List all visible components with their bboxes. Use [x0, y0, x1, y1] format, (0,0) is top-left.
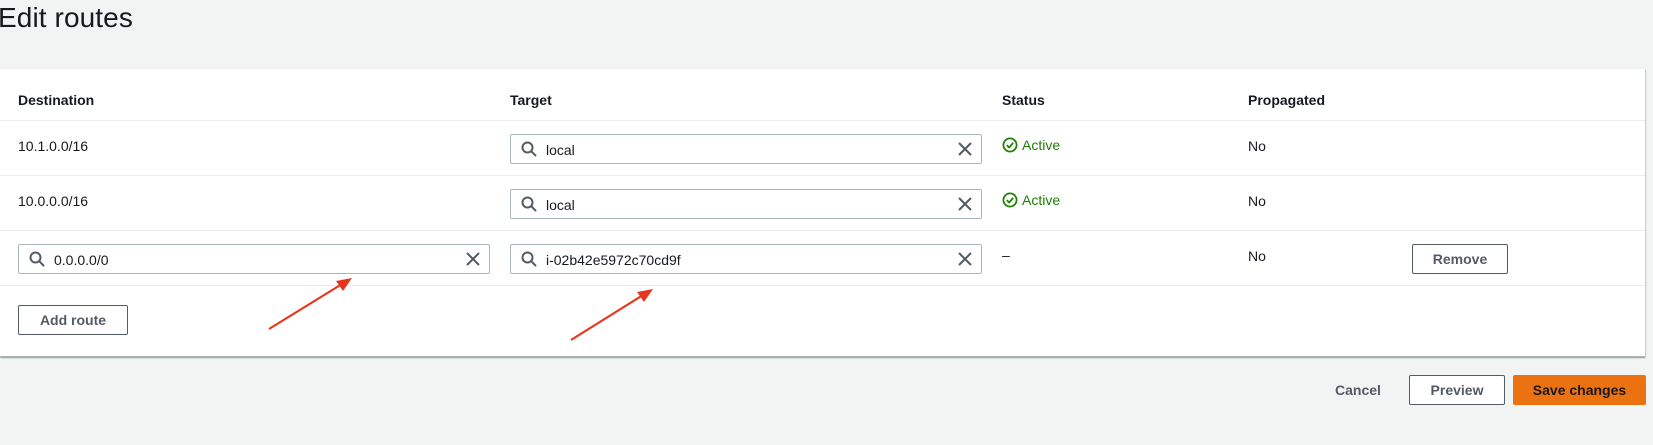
- table-row: 0.0.0.0/0 i-02b42e5972c70cd9f – No Remov…: [0, 231, 1645, 286]
- propagated-text: No: [1248, 193, 1266, 209]
- target-input[interactable]: local: [510, 189, 982, 219]
- close-icon[interactable]: [957, 196, 973, 212]
- add-route-button[interactable]: Add route: [18, 305, 128, 335]
- search-icon: [521, 251, 537, 267]
- destination-input[interactable]: 0.0.0.0/0: [18, 244, 490, 274]
- target-value: local: [546, 197, 575, 213]
- search-icon: [29, 251, 45, 267]
- page-title: Edit routes: [0, 2, 133, 33]
- close-icon[interactable]: [465, 251, 481, 267]
- status-text: –: [1002, 247, 1010, 263]
- preview-button[interactable]: Preview: [1409, 375, 1505, 405]
- table-row: 10.1.0.0/16 local Active No: [0, 121, 1645, 176]
- status-text: Active: [1022, 192, 1061, 208]
- header-propagated: Propagated: [1248, 92, 1326, 108]
- search-icon: [521, 141, 537, 157]
- search-icon: [521, 196, 537, 212]
- status-text: Active: [1022, 137, 1061, 153]
- target-input[interactable]: local: [510, 134, 982, 164]
- routes-panel: Destination Target Status Propagated 10.…: [0, 69, 1645, 357]
- arrow-icon: [570, 289, 653, 341]
- close-icon[interactable]: [957, 251, 973, 267]
- header-status: Status: [1002, 92, 1045, 108]
- target-value: i-02b42e5972c70cd9f: [546, 252, 681, 268]
- remove-button[interactable]: Remove: [1412, 244, 1508, 274]
- check-circle-icon: [1002, 137, 1018, 153]
- target-input[interactable]: i-02b42e5972c70cd9f: [510, 244, 982, 274]
- header-target: Target: [510, 92, 552, 108]
- destination-text: 10.0.0.0/16: [18, 193, 89, 209]
- header-destination: Destination: [18, 92, 95, 108]
- status-badge: Active: [1002, 137, 1060, 153]
- status-badge: Active: [1002, 192, 1060, 208]
- propagated-text: No: [1248, 248, 1266, 264]
- propagated-text: No: [1248, 138, 1266, 154]
- save-changes-button[interactable]: Save changes: [1513, 375, 1646, 405]
- cancel-button[interactable]: Cancel: [1335, 382, 1381, 398]
- target-value: local: [546, 142, 575, 158]
- table-row: 10.0.0.0/16 local Active No: [0, 176, 1645, 231]
- check-circle-icon: [1002, 192, 1018, 208]
- destination-text: 10.1.0.0/16: [18, 138, 89, 154]
- close-icon[interactable]: [957, 141, 973, 157]
- destination-value: 0.0.0.0/0: [54, 252, 109, 268]
- table-header: Destination Target Status Propagated: [0, 69, 1645, 121]
